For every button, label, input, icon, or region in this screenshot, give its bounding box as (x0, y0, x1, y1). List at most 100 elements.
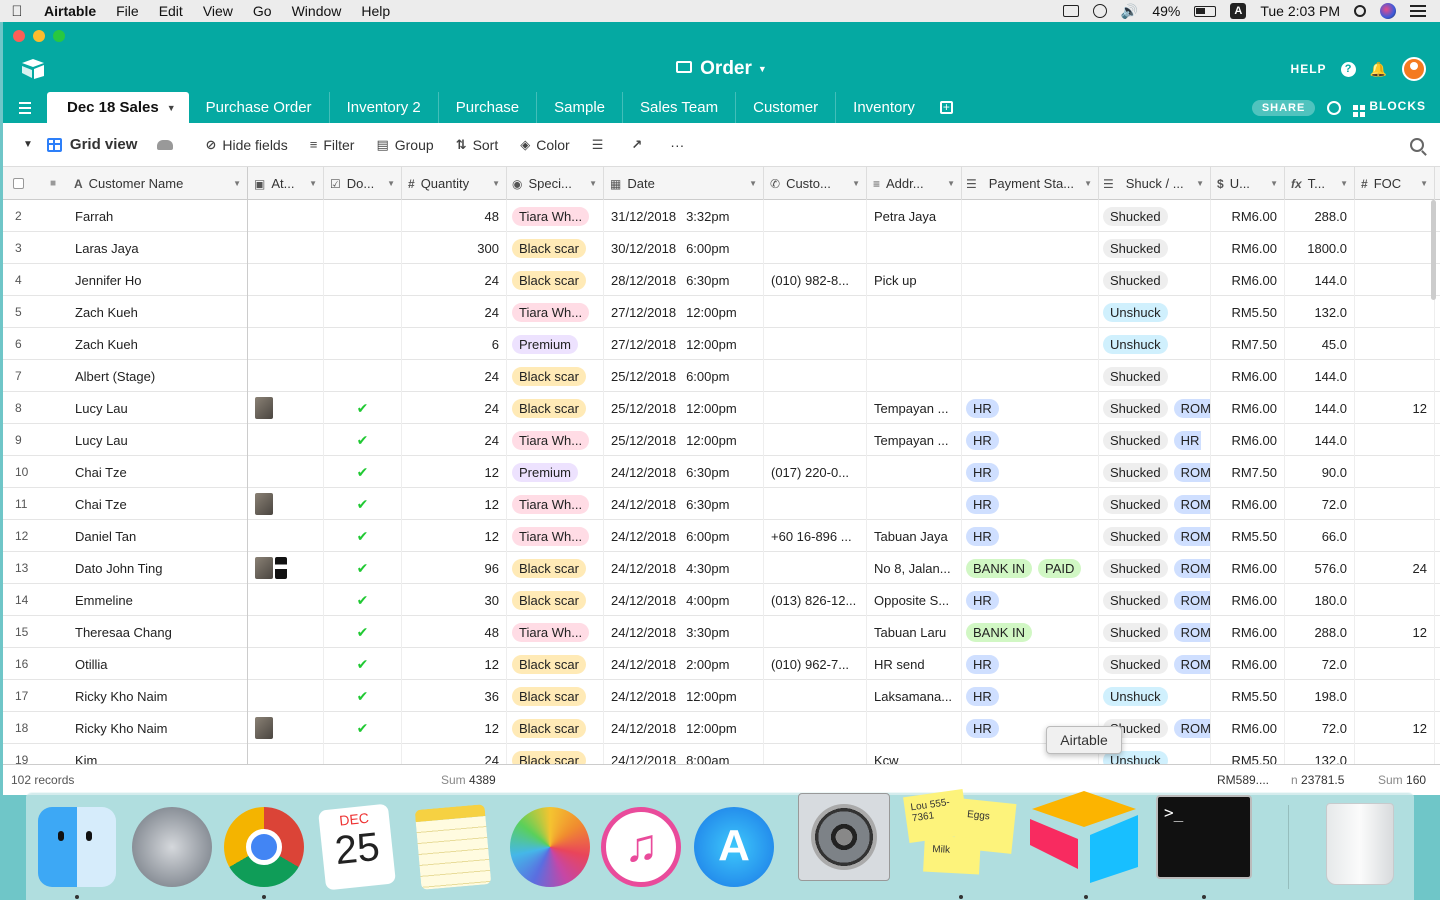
tab-sales-team[interactable]: Sales Team (623, 92, 737, 123)
shuck-cell[interactable]: Shucked (1099, 200, 1211, 232)
unit-price-cell[interactable]: RM6.00 (1211, 264, 1285, 296)
payment-status-cell[interactable] (962, 200, 1099, 232)
color-button[interactable]: ◈ Color (520, 137, 569, 153)
customer-name-cell[interactable]: Lucy Lau (68, 424, 248, 456)
table-row[interactable]: 11 Chai Tze ✔ 12 Tiara Wh... 24/12/2018 6:30pm… (3, 488, 1440, 520)
foc-cell[interactable] (1355, 584, 1435, 616)
check-icon[interactable]: ✔ (357, 592, 369, 609)
row-height-button[interactable]: ☰ (592, 137, 610, 153)
species-cell[interactable]: Black scar (507, 584, 604, 616)
customer-name-cell[interactable]: Chai Tze (68, 488, 248, 520)
phone-cell[interactable] (764, 328, 867, 360)
vertical-scrollbar[interactable] (1431, 200, 1436, 300)
total-cell[interactable]: 72.0 (1285, 488, 1355, 520)
shuck-cell[interactable]: Shucked ROM (1099, 648, 1211, 680)
attachment-cell[interactable] (248, 456, 324, 488)
checkbox-icon[interactable] (13, 178, 24, 189)
payment-status-cell[interactable]: HR (962, 584, 1099, 616)
chevron-down-icon[interactable]: ▼ (233, 179, 241, 188)
unit-price-cell[interactable]: RM6.00 (1211, 488, 1285, 520)
siri-icon[interactable] (1380, 3, 1396, 19)
check-icon[interactable]: ✔ (357, 464, 369, 481)
done-cell[interactable] (324, 232, 402, 264)
species-cell[interactable]: Tiara Wh... (507, 296, 604, 328)
unit-price-cell[interactable]: RM6.00 (1211, 616, 1285, 648)
column-date[interactable]: ▦ Date ▼ (604, 167, 764, 200)
foc-cell[interactable]: 12 (1355, 616, 1435, 648)
menu-file[interactable]: File (106, 3, 149, 19)
row-number[interactable]: 8 (3, 392, 68, 424)
filter-button[interactable]: ≡ Filter (310, 137, 355, 153)
quantity-cell[interactable]: 96 (402, 552, 507, 584)
date-cell[interactable]: 27/12/2018 12:00pm (604, 296, 764, 328)
collaborators-icon[interactable] (157, 139, 174, 150)
quantity-cell[interactable]: 24 (402, 296, 507, 328)
date-cell[interactable]: 24/12/2018 12:00pm (604, 680, 764, 712)
notification-center-icon[interactable] (1410, 5, 1426, 17)
check-icon[interactable]: ✔ (357, 688, 369, 705)
quantity-cell[interactable]: 12 (402, 648, 507, 680)
menu-help[interactable]: Help (351, 3, 400, 19)
payment-status-cell[interactable]: HR (962, 456, 1099, 488)
done-cell[interactable]: ✔ (324, 680, 402, 712)
phone-cell[interactable] (764, 392, 867, 424)
payment-status-cell[interactable]: BANK IN PAID (962, 552, 1099, 584)
column-species[interactable]: ◉ Speci... ▼ (507, 167, 604, 200)
display-icon[interactable] (1062, 5, 1079, 17)
row-number[interactable]: 6 (3, 328, 68, 360)
search-icon[interactable] (1410, 137, 1424, 152)
attachment-cell[interactable] (248, 552, 324, 584)
attachment-thumbnail[interactable] (255, 717, 273, 739)
payment-status-cell[interactable] (962, 360, 1099, 392)
phone-cell[interactable]: (010) 962-7... (764, 648, 867, 680)
phone-cell[interactable] (764, 616, 867, 648)
customer-name-cell[interactable]: Albert (Stage) (68, 360, 248, 392)
unit-price-cell[interactable]: RM6.00 (1211, 424, 1285, 456)
customer-name-cell[interactable]: Emmeline (68, 584, 248, 616)
check-icon[interactable]: ✔ (357, 624, 369, 641)
total-cell[interactable]: 144.0 (1285, 392, 1355, 424)
species-cell[interactable]: Tiara Wh... (507, 200, 604, 232)
total-cell[interactable]: 90.0 (1285, 456, 1355, 488)
species-cell[interactable]: Black scar (507, 680, 604, 712)
sort-button[interactable]: ⇅ Sort (456, 137, 499, 153)
attachment-cell[interactable] (248, 520, 324, 552)
more-options-button[interactable]: ··· (670, 137, 684, 153)
attachment-cell[interactable] (248, 584, 324, 616)
quantity-cell[interactable]: 24 (402, 360, 507, 392)
tab-purchase[interactable]: Purchase (439, 92, 538, 123)
stickies-icon[interactable]: Lou 555-7361 Eggs Milk (903, 789, 1017, 881)
check-icon[interactable]: ✔ (357, 432, 369, 449)
total-cell[interactable]: 72.0 (1285, 648, 1355, 680)
chevron-down-icon[interactable]: ▼ (1270, 179, 1278, 188)
payment-status-cell[interactable] (962, 232, 1099, 264)
attachment-cell[interactable] (248, 264, 324, 296)
phone-cell[interactable]: (017) 220-0... (764, 456, 867, 488)
customer-name-cell[interactable]: Daniel Tan (68, 520, 248, 552)
unit-price-cell[interactable]: RM5.50 (1211, 296, 1285, 328)
done-cell[interactable]: ✔ (324, 616, 402, 648)
shuck-cell[interactable]: Shucked (1099, 232, 1211, 264)
date-cell[interactable]: 28/12/2018 6:30pm (604, 264, 764, 296)
column-unit-price[interactable]: $ U... ▼ (1211, 167, 1285, 200)
shuck-cell[interactable]: Shucked HR (1099, 424, 1211, 456)
address-cell[interactable]: Opposite S... (867, 584, 962, 616)
phone-cell[interactable]: +60 16-896 ... (764, 520, 867, 552)
attachment-thumbnail[interactable] (255, 397, 273, 419)
species-cell[interactable]: Tiara Wh... (507, 616, 604, 648)
check-icon[interactable]: ✔ (357, 528, 369, 545)
attachment-cell[interactable] (248, 392, 324, 424)
check-icon[interactable]: ✔ (357, 720, 369, 737)
group-button[interactable]: ▤ Group (376, 137, 433, 153)
row-number[interactable]: 12 (3, 520, 68, 552)
unit-price-cell[interactable]: RM6.00 (1211, 392, 1285, 424)
history-icon[interactable] (1327, 100, 1342, 115)
date-cell[interactable]: 24/12/2018 4:30pm (604, 552, 764, 584)
done-cell[interactable]: ✔ (324, 648, 402, 680)
customer-name-cell[interactable]: Otillia (68, 648, 248, 680)
chevron-down-icon[interactable]: ▼ (1340, 179, 1348, 188)
apple-icon[interactable]:  (0, 3, 34, 20)
table-row[interactable]: 13 Dato John Ting ✔ 96 Black scar 24/12/2018 4… (3, 552, 1440, 584)
done-cell[interactable] (324, 296, 402, 328)
table-row[interactable]: 14 Emmeline ✔ 30 Black scar 24/12/2018 4:00pm (… (3, 584, 1440, 616)
